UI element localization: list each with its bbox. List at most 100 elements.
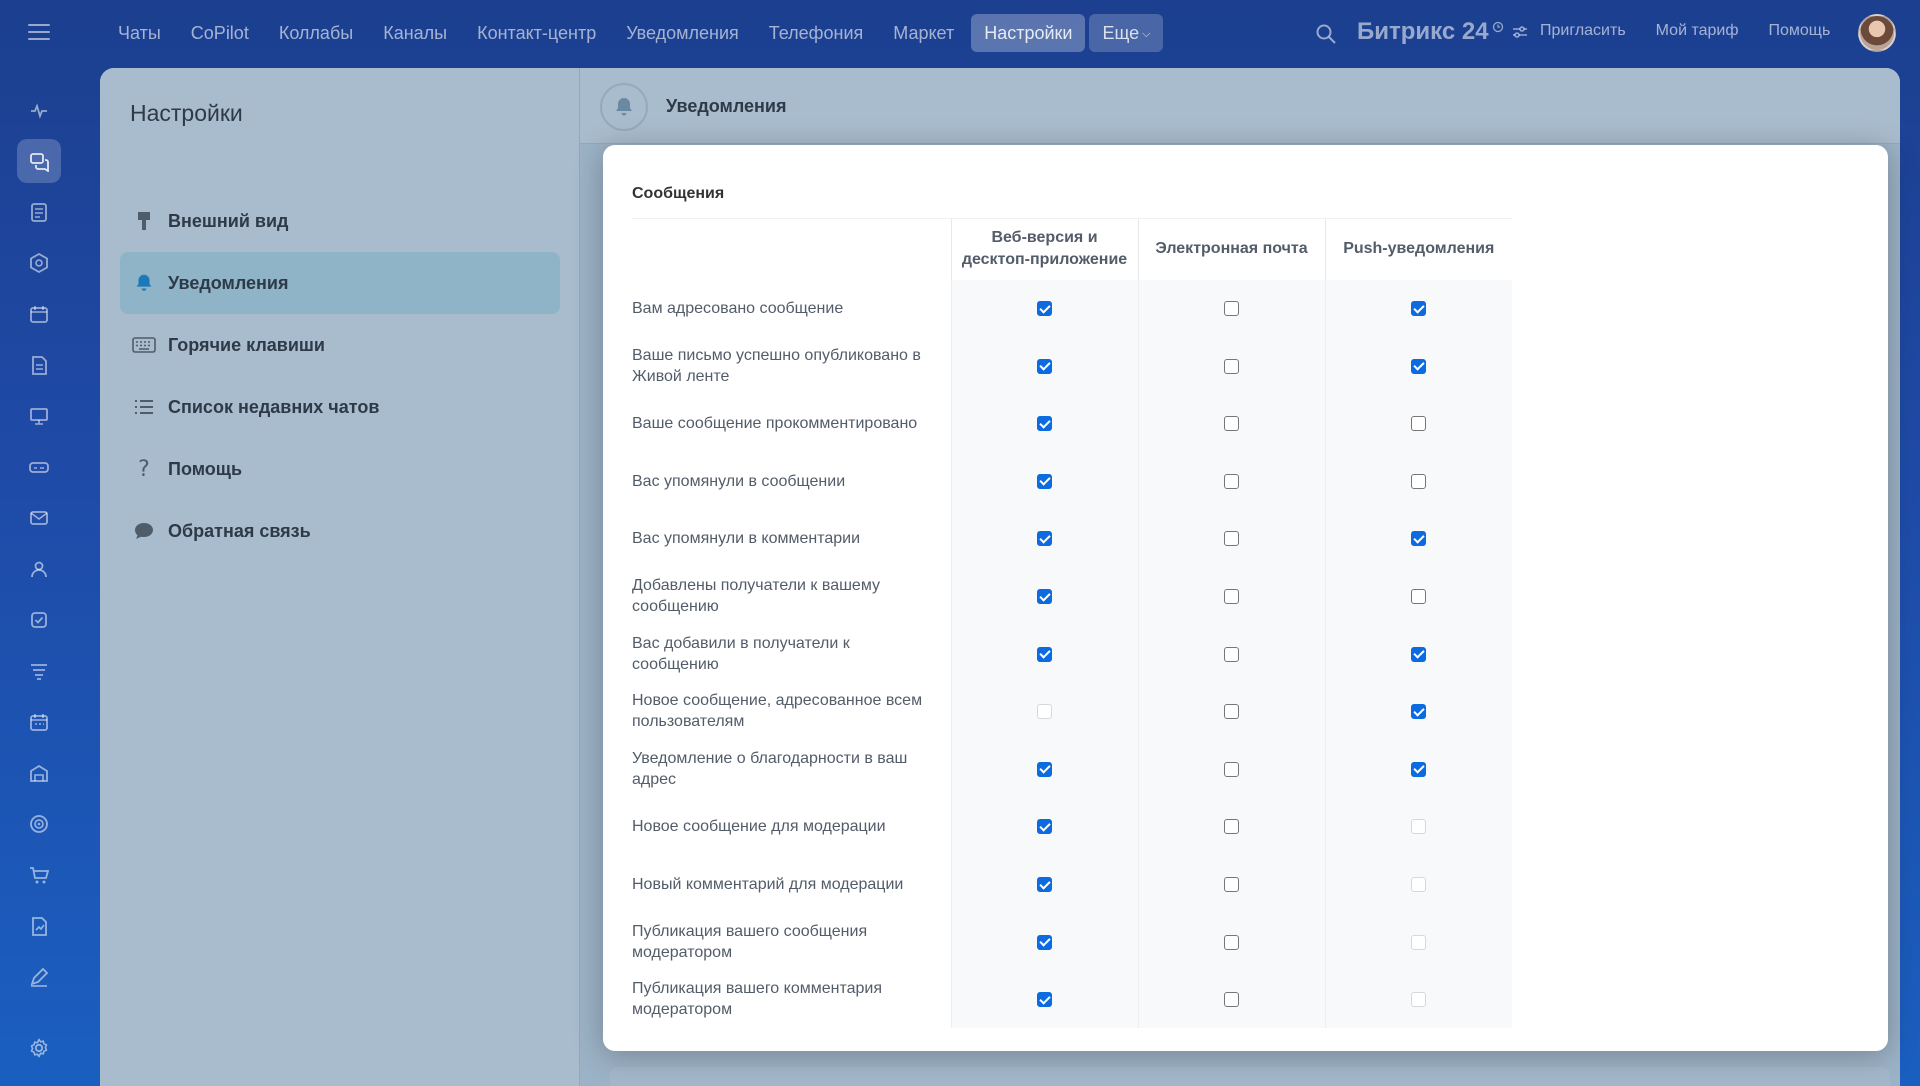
top-nav-item[interactable]: Чаты: [105, 14, 174, 52]
notification-checkbox[interactable]: [1037, 819, 1052, 835]
schedule-icon[interactable]: [17, 700, 61, 744]
pulse-icon[interactable]: [17, 88, 61, 132]
notification-checkbox[interactable]: [1224, 761, 1239, 777]
top-nav-item[interactable]: Маркет: [880, 14, 967, 52]
checkbox-cell: [950, 567, 1138, 626]
settings-menu-item[interactable]: Обратная связь: [120, 500, 560, 562]
settings-menu-item[interactable]: Список недавних чатов: [120, 376, 560, 438]
checkbox-cell: [950, 509, 1138, 568]
help-link[interactable]: Помощь: [1769, 22, 1831, 40]
calendar-icon[interactable]: [17, 292, 61, 336]
notification-checkbox[interactable]: [1411, 416, 1427, 432]
top-nav-item[interactable]: Настройки: [971, 14, 1086, 52]
notification-checkbox[interactable]: [1037, 761, 1052, 777]
notification-checkbox[interactable]: [1411, 589, 1427, 605]
tariff-link[interactable]: Мой тариф: [1656, 22, 1739, 40]
filter-icon[interactable]: [17, 649, 61, 693]
notification-checkbox[interactable]: [1037, 301, 1052, 317]
notification-checkbox[interactable]: [1037, 934, 1052, 950]
notification-checkbox[interactable]: [1037, 589, 1052, 605]
more-menu-button[interactable]: Еще ⌵: [1089, 14, 1164, 52]
table-row: Новое сообщение для модерации: [632, 797, 1512, 856]
invite-link[interactable]: Пригласить: [1540, 22, 1626, 40]
settings-header-title: Уведомления: [666, 96, 787, 116]
notification-checkbox[interactable]: [1037, 531, 1052, 547]
notification-checkbox[interactable]: [1224, 934, 1239, 950]
sign-icon[interactable]: [17, 904, 61, 948]
table-row: Ваше письмо успешно опубликовано в Живой…: [632, 337, 1512, 395]
top-nav-item[interactable]: Телефония: [756, 14, 876, 52]
notification-label: Вас упомянули в комментарии: [632, 530, 861, 548]
notification-checkbox[interactable]: [1037, 416, 1052, 432]
notification-label: Ваше письмо успешно опубликовано в Живой…: [632, 346, 921, 385]
notification-checkbox[interactable]: [1224, 877, 1239, 892]
settings-menu-label: Горячие клавиши: [168, 334, 325, 355]
notification-label: Новое сообщение, адресованное всем польз…: [632, 692, 923, 731]
settings-menu-item[interactable]: Внешний вид: [120, 190, 560, 252]
notification-checkbox: [1037, 704, 1052, 720]
settings-menu-item[interactable]: ? Помощь: [120, 438, 560, 500]
notification-checkbox[interactable]: [1224, 819, 1239, 835]
notification-checkbox[interactable]: [1411, 646, 1427, 662]
target-icon[interactable]: [17, 802, 61, 846]
notification-checkbox[interactable]: [1224, 589, 1239, 605]
notification-checkbox[interactable]: [1224, 358, 1239, 374]
top-nav-item[interactable]: Коллабы: [266, 14, 366, 52]
notification-checkbox[interactable]: [1224, 992, 1239, 1008]
search-icon[interactable]: [1315, 23, 1337, 45]
checkbox-cell: [950, 855, 1138, 914]
notification-checkbox[interactable]: [1411, 358, 1427, 374]
gear-icon[interactable]: [17, 1026, 61, 1070]
notification-label: Вас упомянули в сообщении: [632, 472, 846, 490]
notification-checkbox[interactable]: [1224, 646, 1239, 662]
keyboard-icon: [132, 333, 156, 357]
notification-checkbox[interactable]: [1411, 704, 1427, 720]
group-icon[interactable]: [17, 547, 61, 591]
checkbox-cell: [1137, 509, 1325, 568]
top-nav-item[interactable]: Уведомления: [613, 14, 752, 52]
user-avatar[interactable]: [1858, 14, 1896, 52]
notification-checkbox[interactable]: [1224, 704, 1239, 720]
tasks-icon[interactable]: [17, 598, 61, 642]
settings-menu-item[interactable]: Уведомления: [120, 252, 560, 314]
brand-name: Битрикс 24: [1357, 18, 1489, 45]
notification-checkbox[interactable]: [1411, 301, 1427, 317]
mail-icon[interactable]: [17, 496, 61, 540]
top-nav-item[interactable]: Контакт-центр: [464, 14, 609, 52]
hamburger-menu-icon[interactable]: [28, 24, 50, 42]
notification-checkbox[interactable]: [1411, 531, 1427, 547]
notification-checkbox[interactable]: [1037, 473, 1052, 489]
brand-logo[interactable]: Битрикс 24: [1357, 18, 1528, 46]
table-row: Новый комментарий для модерации: [632, 855, 1512, 914]
settings-sidebar: Настройки Внешний вид Уведомления Горячие …: [100, 68, 580, 1086]
notification-checkbox[interactable]: [1224, 416, 1239, 432]
pen-icon[interactable]: [17, 955, 61, 999]
notification-checkbox[interactable]: [1224, 473, 1239, 489]
store-icon[interactable]: [17, 751, 61, 795]
settings-menu-item[interactable]: Горячие клавиши: [120, 314, 560, 376]
notification-label: Новый комментарий для модерации: [632, 875, 904, 893]
feed-icon[interactable]: [17, 190, 61, 234]
notification-checkbox[interactable]: [1037, 358, 1052, 374]
notifications-panel: Сообщения Веб-версия и десктоп-приложени…: [611, 159, 1865, 1037]
hexagon-icon[interactable]: [17, 241, 61, 285]
notification-checkbox[interactable]: [1224, 531, 1239, 547]
notification-checkbox[interactable]: [1037, 646, 1052, 662]
cart-icon[interactable]: [17, 853, 61, 897]
presentation-icon[interactable]: [17, 394, 61, 438]
notification-checkbox[interactable]: [1411, 761, 1427, 777]
drive-icon[interactable]: [17, 445, 61, 489]
settings-menu-label: Внешний вид: [168, 210, 289, 231]
checkbox-cell: [1137, 740, 1325, 798]
notification-checkbox[interactable]: [1224, 301, 1239, 317]
document-icon[interactable]: [17, 343, 61, 387]
top-nav-item[interactable]: Каналы: [370, 14, 460, 52]
checkbox-cell: [950, 452, 1138, 510]
notification-label: Вам адресовано сообщение: [632, 299, 844, 317]
chats-icon[interactable]: [17, 139, 61, 183]
notification-checkbox[interactable]: [1411, 473, 1427, 489]
top-nav-item[interactable]: CoPilot: [178, 14, 262, 52]
notification-checkbox[interactable]: [1037, 992, 1052, 1008]
notification-checkbox[interactable]: [1037, 877, 1052, 892]
settings-sliders-icon[interactable]: [1512, 25, 1528, 39]
